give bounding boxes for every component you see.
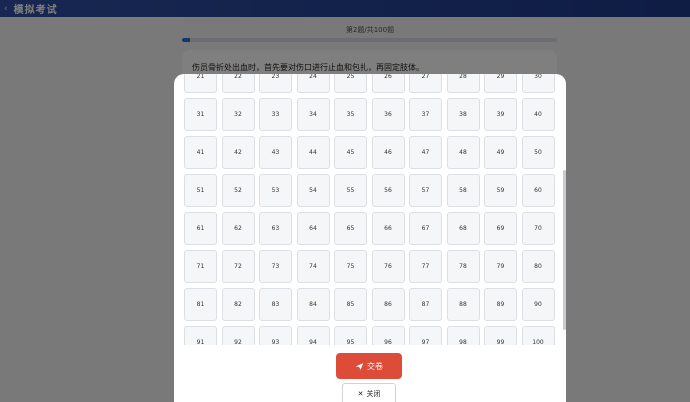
- question-number-cell[interactable]: 99: [484, 326, 517, 345]
- question-number-cell[interactable]: 88: [446, 288, 480, 321]
- question-number-cell[interactable]: 92: [221, 326, 255, 345]
- question-number-cell[interactable]: 50: [521, 136, 555, 169]
- question-number-cell[interactable]: 93: [259, 326, 292, 345]
- question-number-cell[interactable]: 22: [221, 74, 255, 93]
- submit-exam-button[interactable]: 交卷: [336, 353, 402, 379]
- question-number-cell[interactable]: 30: [521, 74, 555, 93]
- question-number-cell[interactable]: 39: [484, 98, 517, 131]
- question-number-cell[interactable]: 44: [296, 136, 330, 169]
- question-number-cell[interactable]: 69: [484, 212, 517, 245]
- question-number-cell[interactable]: 47: [409, 136, 442, 169]
- close-icon: ✕: [357, 390, 364, 398]
- answer-sheet-scroll[interactable]: 21 22 23 24 25 26 27 28 29 30 31 32 33 34 35 36 37 38 39 40…: [184, 74, 556, 345]
- question-number-cell[interactable]: 66: [371, 212, 405, 245]
- question-number-cell[interactable]: 59: [484, 174, 517, 207]
- paper-plane-icon: [355, 362, 364, 370]
- question-number-cell[interactable]: 27: [409, 74, 442, 93]
- question-number-cell[interactable]: 91: [184, 326, 217, 345]
- question-number-cell[interactable]: 62: [221, 212, 255, 245]
- question-number-cell[interactable]: 77: [409, 250, 442, 283]
- question-number-cell[interactable]: 42: [221, 136, 255, 169]
- question-number-cell[interactable]: 37: [409, 98, 442, 131]
- question-number-cell[interactable]: 82: [221, 288, 255, 321]
- question-number-cell[interactable]: 74: [296, 250, 330, 283]
- submit-exam-label: 交卷: [367, 361, 383, 371]
- question-number-cell[interactable]: 53: [259, 174, 292, 207]
- question-number-cell[interactable]: 61: [184, 212, 217, 245]
- question-number-cell[interactable]: 35: [334, 98, 367, 131]
- question-number-cell[interactable]: 56: [371, 174, 405, 207]
- question-number-cell[interactable]: 64: [296, 212, 330, 245]
- question-number-cell[interactable]: 100: [521, 326, 555, 345]
- question-number-grid: 21 22 23 24 25 26 27 28 29 30 31 32 33 34 35 36 37 38 39 40…: [184, 74, 556, 345]
- question-number-cell[interactable]: 55: [334, 174, 367, 207]
- question-number-cell[interactable]: 31: [184, 98, 217, 131]
- question-number-cell[interactable]: 90: [521, 288, 555, 321]
- question-number-cell[interactable]: 79: [484, 250, 517, 283]
- question-number-cell[interactable]: 41: [184, 136, 217, 169]
- question-number-cell[interactable]: 24: [296, 74, 330, 93]
- answer-sheet-modal: 21 22 23 24 25 26 27 28 29 30 31 32 33 34 35 36 37 38 39 40…: [174, 74, 566, 402]
- question-number-cell[interactable]: 75: [334, 250, 367, 283]
- question-number-cell[interactable]: 32: [221, 98, 255, 131]
- close-label: 关闭: [366, 390, 381, 398]
- question-number-cell[interactable]: 87: [409, 288, 442, 321]
- question-number-cell[interactable]: 26: [371, 74, 405, 93]
- question-number-cell[interactable]: 98: [446, 326, 480, 345]
- question-number-cell[interactable]: 25: [334, 74, 367, 93]
- question-number-cell[interactable]: 94: [296, 326, 330, 345]
- question-number-cell[interactable]: 48: [446, 136, 480, 169]
- question-number-cell[interactable]: 28: [446, 74, 480, 93]
- question-number-cell[interactable]: 67: [409, 212, 442, 245]
- question-number-cell[interactable]: 36: [371, 98, 405, 131]
- question-number-cell[interactable]: 34: [296, 98, 330, 131]
- question-number-cell[interactable]: 76: [371, 250, 405, 283]
- question-number-cell[interactable]: 96: [371, 326, 405, 345]
- question-number-cell[interactable]: 52: [221, 174, 255, 207]
- question-number-cell[interactable]: 57: [409, 174, 442, 207]
- question-number-cell[interactable]: 72: [221, 250, 255, 283]
- question-number-cell[interactable]: 23: [259, 74, 292, 93]
- scrollbar[interactable]: [563, 170, 566, 330]
- question-number-cell[interactable]: 63: [259, 212, 292, 245]
- question-number-cell[interactable]: 97: [409, 326, 442, 345]
- question-number-cell[interactable]: 73: [259, 250, 292, 283]
- question-number-cell[interactable]: 95: [334, 326, 367, 345]
- question-number-cell[interactable]: 49: [484, 136, 517, 169]
- question-number-cell[interactable]: 43: [259, 136, 292, 169]
- question-number-cell[interactable]: 78: [446, 250, 480, 283]
- question-number-cell[interactable]: 58: [446, 174, 480, 207]
- question-number-cell[interactable]: 83: [259, 288, 292, 321]
- question-number-cell[interactable]: 89: [484, 288, 517, 321]
- question-number-cell[interactable]: 51: [184, 174, 217, 207]
- question-number-cell[interactable]: 70: [521, 212, 555, 245]
- question-number-cell[interactable]: 60: [521, 174, 555, 207]
- question-number-cell[interactable]: 45: [334, 136, 367, 169]
- question-number-cell[interactable]: 65: [334, 212, 367, 245]
- question-number-cell[interactable]: 54: [296, 174, 330, 207]
- question-number-cell[interactable]: 40: [521, 98, 555, 131]
- question-number-cell[interactable]: 85: [334, 288, 367, 321]
- question-number-cell[interactable]: 86: [371, 288, 405, 321]
- question-number-cell[interactable]: 68: [446, 212, 480, 245]
- question-number-cell[interactable]: 29: [484, 74, 517, 93]
- question-number-cell[interactable]: 84: [296, 288, 330, 321]
- close-button[interactable]: ✕ 关闭: [342, 383, 396, 402]
- question-number-cell[interactable]: 46: [371, 136, 405, 169]
- question-number-cell[interactable]: 21: [184, 74, 217, 93]
- question-number-cell[interactable]: 38: [446, 98, 480, 131]
- question-number-cell[interactable]: 71: [184, 250, 217, 283]
- question-number-cell[interactable]: 81: [184, 288, 217, 321]
- question-number-cell[interactable]: 80: [521, 250, 555, 283]
- question-number-cell[interactable]: 33: [259, 98, 292, 131]
